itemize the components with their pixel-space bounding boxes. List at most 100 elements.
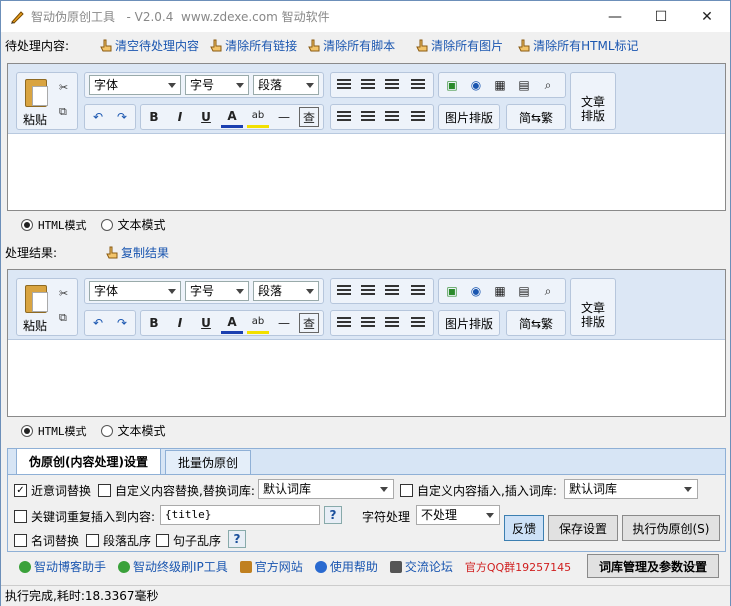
paragraph-select[interactable]: 段落 — [253, 281, 319, 301]
copy-result-link[interactable]: 复制结果 — [105, 244, 169, 261]
clear-content-link[interactable]: 清空待处理内容 — [99, 37, 199, 54]
link-icon[interactable]: ◉ — [465, 74, 487, 96]
remove-html-link[interactable]: 清除所有HTML标记 — [517, 37, 639, 54]
trad-simp-button[interactable]: 简⇆繁 — [506, 104, 566, 130]
paragraph-select[interactable]: 段落 — [253, 75, 319, 95]
close-button[interactable]: ✕ — [684, 1, 730, 32]
underline-button[interactable]: U — [195, 312, 217, 334]
justify-icon[interactable] — [407, 106, 429, 128]
paste-button[interactable]: 粘贴 ✂ ⧉ — [16, 72, 78, 130]
justify-icon[interactable] — [407, 312, 429, 334]
bold-button[interactable]: B — [143, 312, 165, 334]
insert-dictionary-select[interactable]: 默认词库 — [564, 479, 698, 499]
text-color-button[interactable]: A — [221, 106, 243, 128]
noun-replace-option[interactable]: 名词替换 — [14, 532, 79, 549]
align-left-icon[interactable] — [333, 106, 355, 128]
tab-batch-rewrite[interactable]: 批量伪原创 — [164, 450, 251, 474]
official-site-link[interactable]: 官方网站 — [239, 558, 303, 575]
redo-icon[interactable]: ↷ — [111, 312, 133, 334]
html-mode-radio[interactable] — [21, 424, 33, 437]
keyword-insert-checkbox[interactable] — [14, 510, 27, 523]
replace-dictionary-select[interactable]: 默认词库 — [258, 479, 394, 499]
shuffle-help-button[interactable]: ? — [228, 530, 246, 548]
unordered-list-icon[interactable] — [357, 74, 379, 96]
paragraph-shuffle-checkbox[interactable] — [86, 534, 99, 547]
font-select[interactable]: 字体 — [89, 75, 181, 95]
image-icon[interactable]: ▣ — [441, 280, 463, 302]
blog-assistant-link[interactable]: 智动博客助手 — [19, 558, 106, 575]
custom-insert-checkbox[interactable] — [400, 484, 413, 497]
paste-button[interactable]: 粘贴 ✂ ⧉ — [16, 278, 78, 336]
align-center-icon[interactable] — [357, 106, 379, 128]
highlight-button[interactable]: ab — [247, 312, 269, 334]
synonym-replace-option[interactable]: ✓ 近意词替换 — [14, 482, 91, 499]
align-right-icon[interactable] — [381, 312, 403, 334]
execute-rewrite-button[interactable]: 执行伪原创(S) — [622, 515, 720, 541]
font-select[interactable]: 字体 — [89, 281, 181, 301]
sentence-shuffle-checkbox[interactable] — [156, 534, 169, 547]
maximize-button[interactable]: ☐ — [638, 1, 684, 32]
size-select[interactable]: 字号 — [185, 75, 249, 95]
italic-button[interactable]: I — [169, 312, 191, 334]
keyword-help-button[interactable]: ? — [324, 506, 342, 524]
outdent-icon[interactable] — [381, 74, 403, 96]
copy-icon[interactable]: ⧉ — [59, 311, 67, 325]
note-icon[interactable]: ▤ — [513, 74, 535, 96]
image-layout-button[interactable]: 图片排版 — [438, 310, 500, 336]
hr-button[interactable]: — — [273, 312, 295, 334]
keyword-insert-option[interactable]: 关键词重复插入到内容: — [14, 508, 155, 525]
align-center-icon[interactable] — [357, 312, 379, 334]
noun-replace-checkbox[interactable] — [14, 534, 27, 547]
table-icon[interactable]: ▦ — [489, 74, 511, 96]
text-color-button[interactable]: A — [221, 312, 243, 334]
table-icon[interactable]: ▦ — [489, 280, 511, 302]
text-mode-radio[interactable] — [100, 424, 113, 437]
size-select[interactable]: 字号 — [185, 281, 249, 301]
copy-icon[interactable]: ⧉ — [59, 105, 67, 119]
remove-scripts-link[interactable]: 清除所有脚本 — [307, 37, 395, 54]
ordered-list-icon[interactable] — [333, 74, 355, 96]
ip-tool-link[interactable]: 智动终级刷IP工具 — [118, 558, 228, 575]
note-icon[interactable]: ▤ — [513, 280, 535, 302]
help-link[interactable]: 使用帮助 — [314, 558, 378, 575]
sentence-shuffle-option[interactable]: 句子乱序 — [156, 532, 221, 549]
tab-rewrite-settings[interactable]: 伪原创(内容处理)设置 — [16, 448, 161, 474]
trad-simp-button[interactable]: 简⇆繁 — [506, 310, 566, 336]
undo-icon[interactable]: ↶ — [87, 312, 109, 334]
indent-icon[interactable] — [407, 280, 429, 302]
remove-links-link[interactable]: 清除所有链接 — [209, 37, 297, 54]
image-icon[interactable]: ▣ — [441, 74, 463, 96]
find-button[interactable]: 查 — [299, 313, 319, 333]
find-button[interactable]: 查 — [299, 107, 319, 127]
preview-icon[interactable]: ⌕ — [537, 74, 559, 96]
preview-icon[interactable]: ⌕ — [537, 280, 559, 302]
html-mode-radio[interactable] — [21, 218, 33, 231]
outdent-icon[interactable] — [381, 280, 403, 302]
custom-replace-checkbox[interactable] — [98, 484, 111, 497]
italic-button[interactable]: I — [169, 106, 191, 128]
highlight-button[interactable]: ab — [247, 106, 269, 128]
feedback-button[interactable]: 反馈 — [504, 515, 544, 541]
forum-link[interactable]: 交流论坛 — [389, 558, 453, 575]
dictionary-manage-button[interactable]: 词库管理及参数设置 — [587, 554, 719, 578]
undo-icon[interactable]: ↶ — [87, 106, 109, 128]
cut-icon[interactable]: ✂ — [59, 81, 68, 94]
redo-icon[interactable]: ↷ — [111, 106, 133, 128]
article-layout-button[interactable]: 文章 排版 — [570, 72, 616, 130]
align-right-icon[interactable] — [381, 106, 403, 128]
custom-insert-option[interactable]: 自定义内容插入,插入词库: — [400, 482, 557, 499]
align-left-icon[interactable] — [333, 312, 355, 334]
custom-replace-option[interactable]: 自定义内容替换,替换词库: — [98, 482, 255, 499]
link-icon[interactable]: ◉ — [465, 280, 487, 302]
minimize-button[interactable]: — — [592, 1, 638, 32]
remove-images-link[interactable]: 清除所有图片 — [415, 37, 503, 54]
synonym-replace-checkbox[interactable]: ✓ — [14, 484, 27, 497]
bold-button[interactable]: B — [143, 106, 165, 128]
char-process-select[interactable]: 不处理 — [416, 505, 500, 525]
save-settings-button[interactable]: 保存设置 — [548, 515, 618, 541]
underline-button[interactable]: U — [195, 106, 217, 128]
ordered-list-icon[interactable] — [333, 280, 355, 302]
image-layout-button[interactable]: 图片排版 — [438, 104, 500, 130]
paragraph-shuffle-option[interactable]: 段落乱序 — [86, 532, 151, 549]
cut-icon[interactable]: ✂ — [59, 287, 68, 300]
